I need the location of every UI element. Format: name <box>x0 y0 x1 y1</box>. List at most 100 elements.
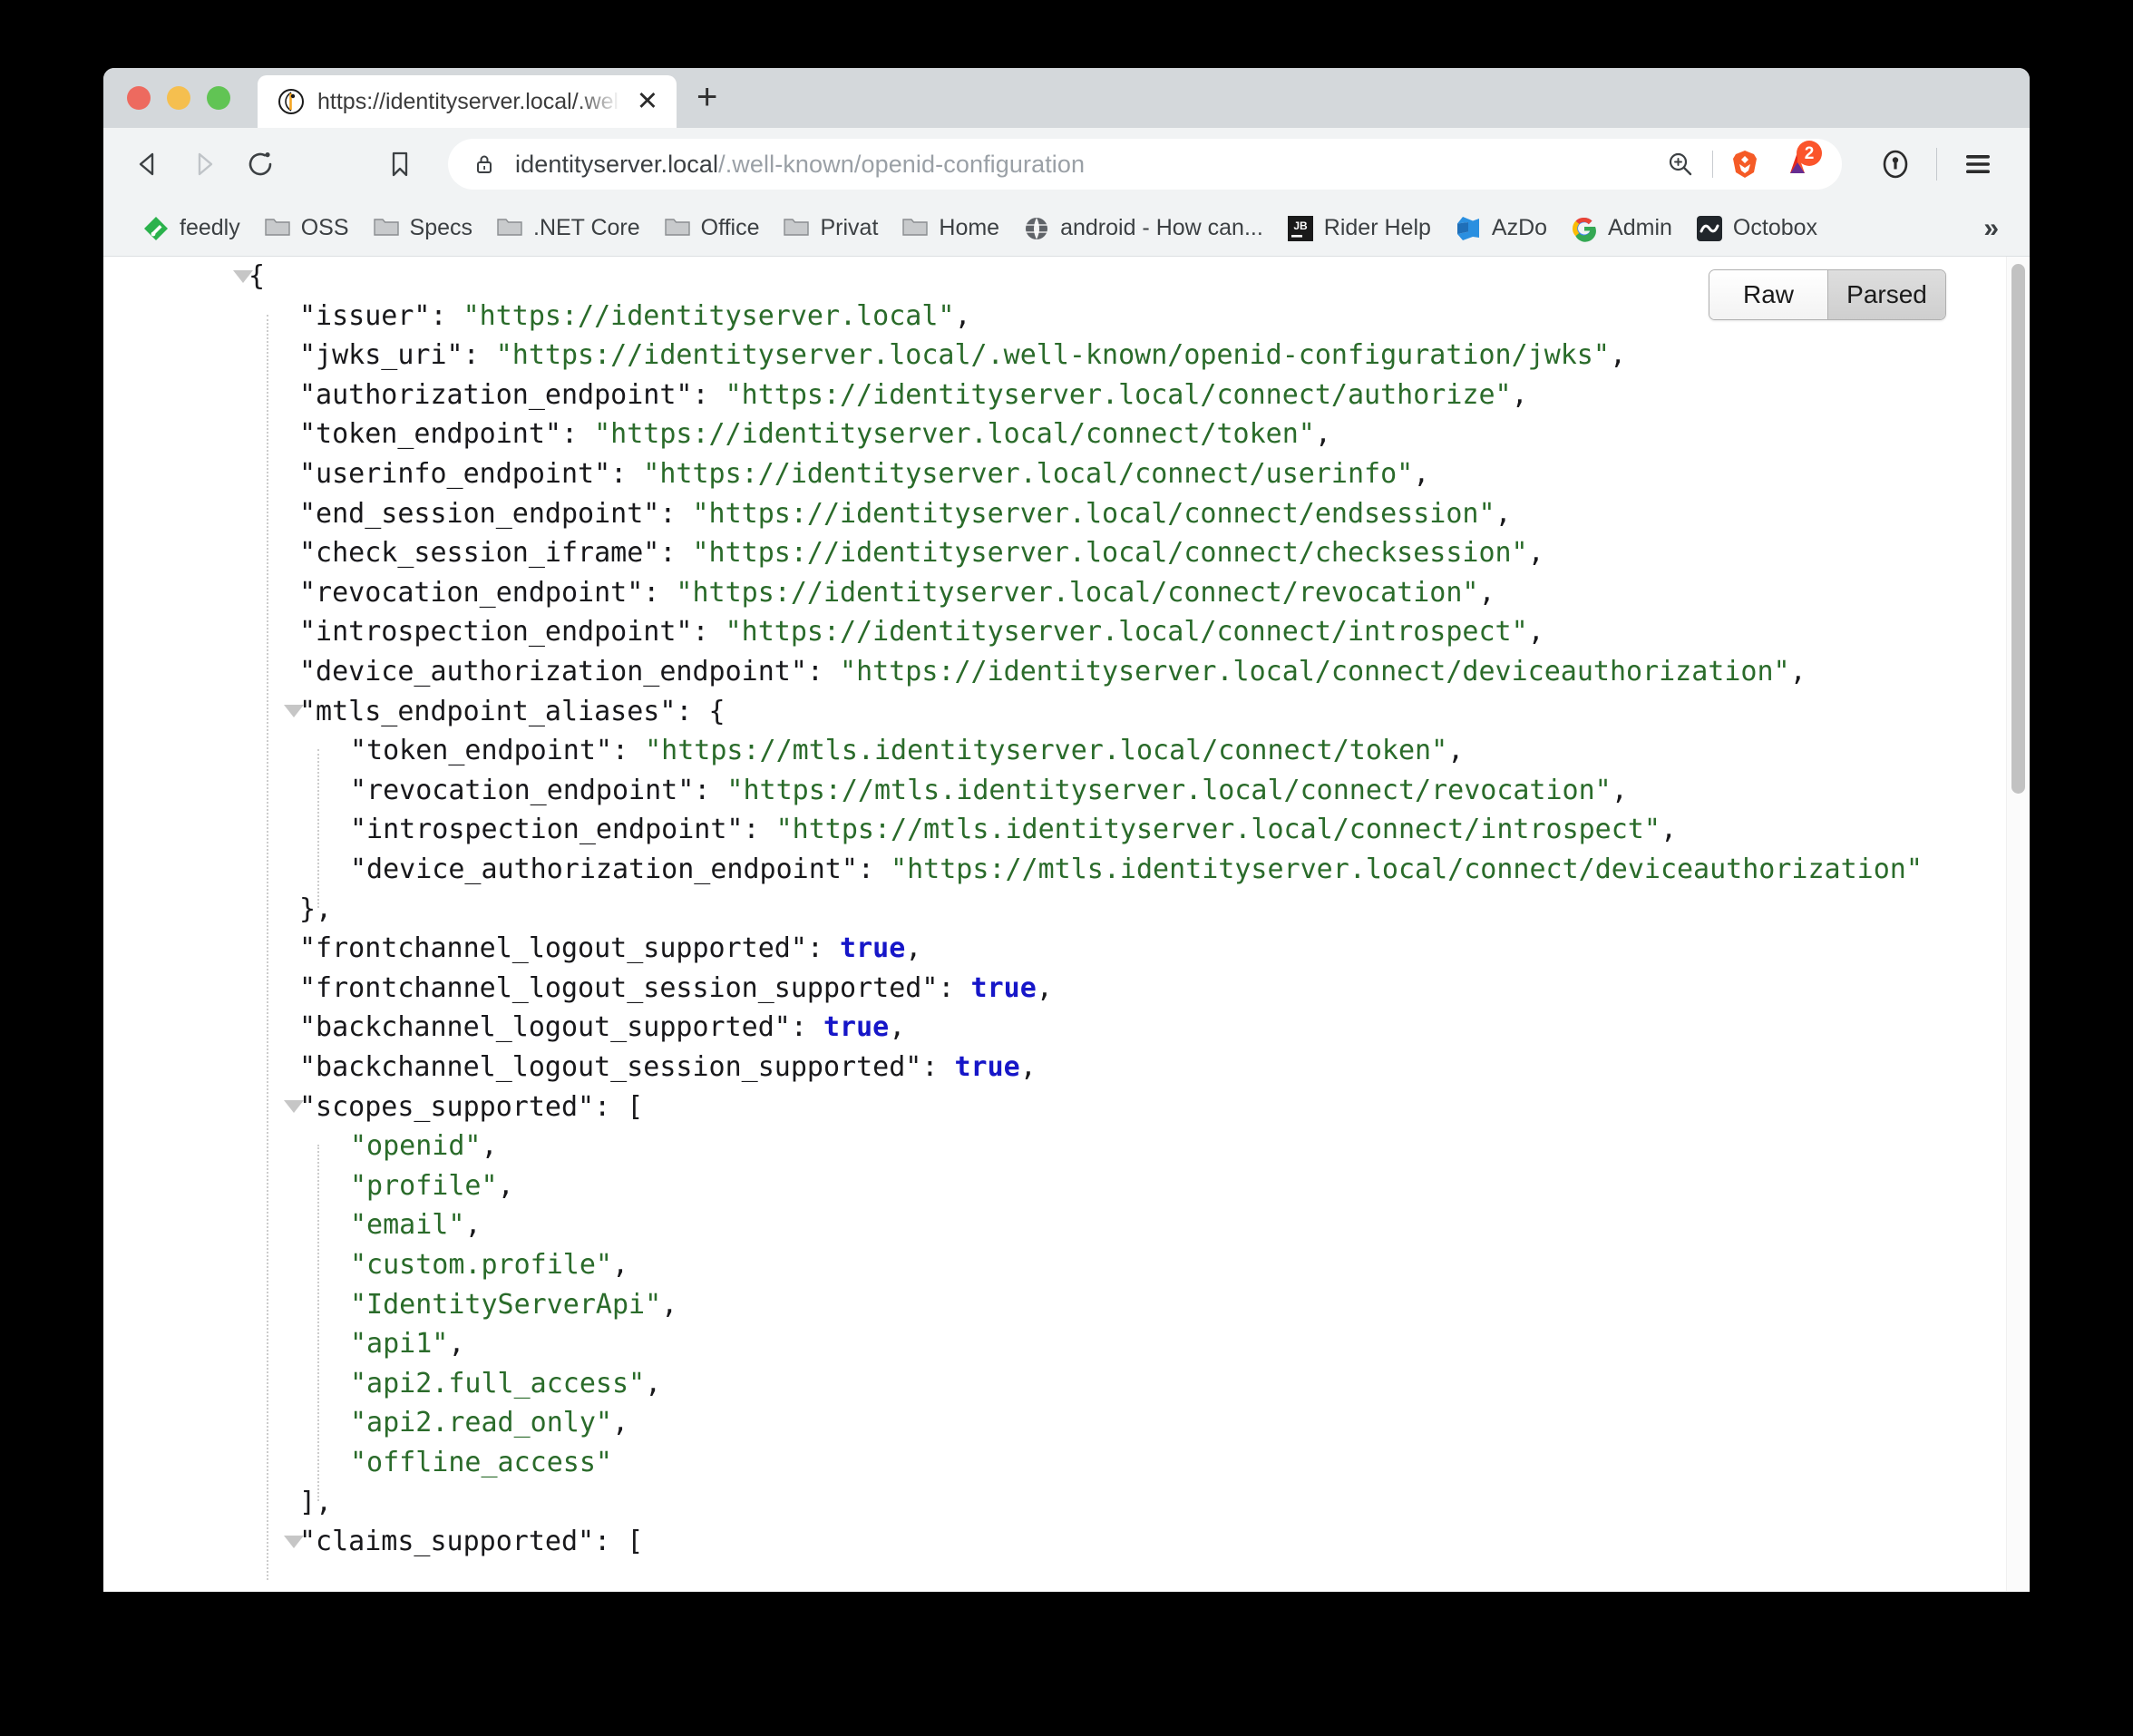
bookmark-octobox[interactable]: Octobox <box>1684 210 1829 248</box>
json-key: "claims_supported" <box>299 1526 595 1558</box>
json-comma: , <box>611 1249 629 1281</box>
bat-triangle-icon[interactable]: 2 <box>1771 139 1824 190</box>
maximize-window-button[interactable] <box>207 86 230 110</box>
json-line: "revocation_endpoint": "https://identity… <box>103 573 1495 613</box>
bookmarks-bar: feedly OSS Specs .NET Core Office Privat… <box>103 200 2030 257</box>
json-line: "jwks_uri": "https://identityserver.loca… <box>103 336 1626 375</box>
bookmark-android-question[interactable]: android - How can... <box>1011 210 1275 248</box>
json-string-value: "openid" <box>350 1130 482 1163</box>
1password-icon[interactable] <box>1867 136 1924 192</box>
hamburger-menu-icon[interactable] <box>1950 136 2006 192</box>
json-colon: : <box>659 537 693 570</box>
json-line: { <box>103 257 265 297</box>
json-comma: , <box>497 1169 514 1202</box>
bookmark-label: Office <box>700 215 760 240</box>
collapse-triangle-icon[interactable] <box>281 1522 307 1562</box>
bookmark-folder-dotnet-core[interactable]: .NET Core <box>484 210 652 248</box>
bookmark-folder-specs[interactable]: Specs <box>361 210 484 248</box>
json-string-value: "https://identityserver.local/connect/en… <box>692 497 1495 530</box>
json-line-content: "introspection_endpoint": "https://ident… <box>299 616 1544 648</box>
address-bar[interactable]: identityserver.local/.well-known/openid-… <box>448 139 1842 190</box>
bookmarks-overflow-button[interactable]: » <box>1971 213 2011 244</box>
new-tab-button[interactable]: + <box>696 79 717 121</box>
collapse-triangle-icon[interactable] <box>281 692 307 732</box>
json-key: "introspection_endpoint" <box>299 616 693 649</box>
json-key: "token_endpoint" <box>299 418 561 451</box>
json-content[interactable]: { "issuer": "https://identityserver.local… <box>103 257 2030 1591</box>
json-open-bracket: [ <box>627 1526 644 1558</box>
bookmark-label: Privat <box>820 215 879 240</box>
folder-icon <box>373 215 400 242</box>
bookmark-label: Specs <box>409 215 472 240</box>
folder-icon <box>901 215 929 242</box>
close-window-button[interactable] <box>127 86 151 110</box>
view-mode-toggle: Raw Parsed <box>1709 269 1946 320</box>
bookmark-feedly[interactable]: feedly <box>131 210 252 248</box>
json-line-content: "token_endpoint": "https://mtls.identity… <box>350 735 1464 766</box>
json-key: "introspection_endpoint" <box>350 814 744 846</box>
json-colon: : <box>594 1526 628 1558</box>
bookmark-folder-oss[interactable]: OSS <box>252 210 361 248</box>
json-string-value: "https://identityserver.local/connect/au… <box>725 378 1512 411</box>
json-line-content: "introspection_endpoint": "https://mtls.… <box>350 814 1677 845</box>
jetbrains-icon: JB <box>1287 215 1314 242</box>
json-line-content: "custom.profile", <box>350 1249 628 1281</box>
json-line: "end_session_endpoint": "https://identit… <box>103 494 1512 534</box>
json-comma: , <box>1036 971 1053 1004</box>
json-key: "backchannel_logout_supported" <box>299 1011 791 1044</box>
json-key: "issuer" <box>299 299 431 332</box>
json-string-value: "https://identityserver.local/connect/in… <box>725 616 1528 649</box>
bookmark-label: Admin <box>1608 215 1672 240</box>
json-colon: : <box>659 497 693 530</box>
json-key: "userinfo_endpoint" <box>299 458 611 490</box>
bookmark-azdo[interactable]: AzDo <box>1443 210 1559 248</box>
raw-view-button[interactable]: Raw <box>1709 270 1827 319</box>
vertical-scrollbar[interactable] <box>2006 257 2028 1591</box>
bookmark-button[interactable] <box>372 136 428 192</box>
json-key: "device_authorization_endpoint" <box>350 853 858 885</box>
reload-button[interactable] <box>232 136 288 192</box>
json-line: "email", <box>103 1205 482 1245</box>
json-colon: : <box>806 656 841 688</box>
json-colon: : <box>694 774 727 806</box>
json-boolean-value: true <box>954 1051 1020 1083</box>
json-open-bracket: [ <box>627 1090 644 1123</box>
json-colon: : <box>857 853 891 885</box>
json-string-value: "https://mtls.identityserver.local/conne… <box>891 853 1923 885</box>
json-comma: , <box>905 932 922 965</box>
json-line: "introspection_endpoint": "https://ident… <box>103 612 1544 652</box>
back-button[interactable] <box>120 136 176 192</box>
bookmark-folder-home[interactable]: Home <box>890 210 1011 248</box>
brave-lion-icon[interactable] <box>1719 139 1771 190</box>
zoom-magnifier-icon[interactable] <box>1654 139 1707 190</box>
json-line-content: "device_authorization_endpoint": "https:… <box>299 656 1807 688</box>
json-string-value: "custom.profile" <box>350 1249 612 1281</box>
scrollbar-thumb[interactable] <box>2011 264 2025 794</box>
bookmark-admin[interactable]: Admin <box>1559 210 1684 248</box>
url-host: identityserver.local <box>515 150 719 178</box>
json-line-content: "check_session_iframe": "https://identit… <box>299 537 1544 569</box>
json-line-content: "mtls_endpoint_aliases": { <box>299 696 726 727</box>
forward-button[interactable] <box>176 136 232 192</box>
json-key: "revocation_endpoint" <box>350 774 695 806</box>
json-colon: : <box>594 1090 628 1123</box>
parsed-view-button[interactable]: Parsed <box>1827 270 1945 319</box>
bookmark-label: Rider Help <box>1323 215 1431 240</box>
collapse-triangle-icon[interactable] <box>230 257 256 297</box>
bookmark-folder-office[interactable]: Office <box>652 210 772 248</box>
close-icon[interactable]: ✕ <box>633 88 662 115</box>
json-line-content: ], <box>299 1487 332 1518</box>
json-viewer: Raw Parsed { "issuer": "https://identitys… <box>103 257 2030 1591</box>
address-bar-url: identityserver.local/.well-known/openid-… <box>515 151 1636 179</box>
folder-icon <box>264 215 291 242</box>
collapse-triangle-icon[interactable] <box>281 1087 307 1127</box>
browser-tab[interactable]: https://identityserver.local/.well-kn ✕ <box>258 75 677 128</box>
identityserver-favicon-icon <box>278 88 305 115</box>
json-open-bracket: { <box>708 695 726 727</box>
minimize-window-button[interactable] <box>167 86 190 110</box>
bookmark-label: AzDo <box>1491 215 1548 240</box>
bookmark-folder-privat[interactable]: Privat <box>771 210 890 248</box>
bookmark-label: Octobox <box>1732 215 1818 240</box>
json-line: "api1", <box>103 1324 464 1364</box>
bookmark-rider-help[interactable]: JB Rider Help <box>1275 210 1443 248</box>
